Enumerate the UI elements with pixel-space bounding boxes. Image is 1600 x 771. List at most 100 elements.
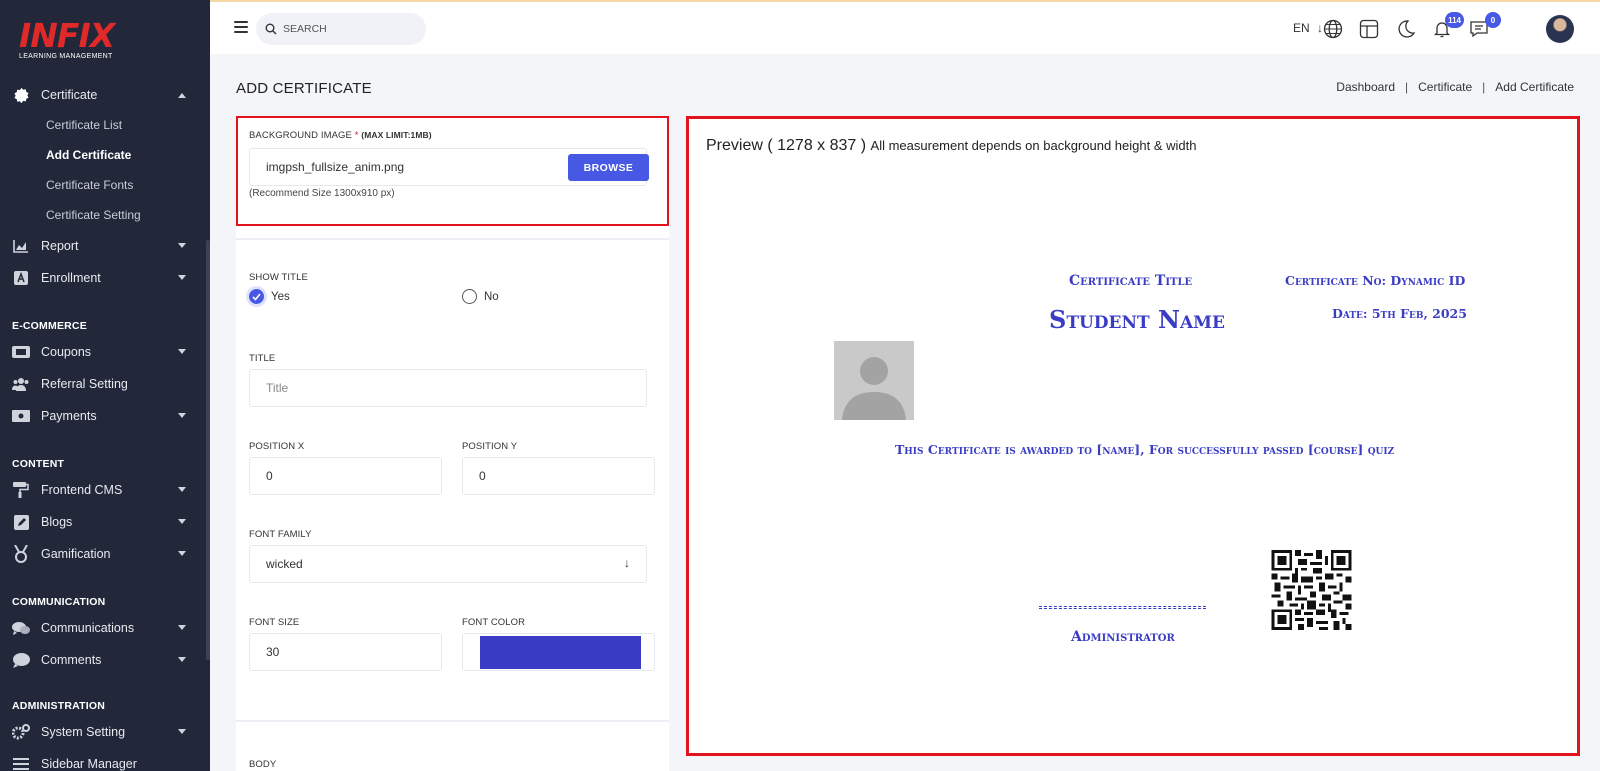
sidebar-item-label: Frontend CMS xyxy=(41,483,123,497)
body-label: BODY xyxy=(249,759,277,770)
font-color-swatch xyxy=(480,636,641,669)
sidebar-item-certificate[interactable]: Certificate xyxy=(0,80,206,110)
show-title-label: SHOW TITLE xyxy=(249,272,308,283)
messages-badge: 0 xyxy=(1485,12,1501,28)
check-icon xyxy=(249,289,264,304)
sidebar-item-label: Communications xyxy=(41,621,135,635)
sidebar-subitem-certificate-list[interactable]: Certificate List xyxy=(0,110,206,140)
chevron-down-icon xyxy=(178,487,186,492)
required-marker: * xyxy=(354,130,359,141)
chart-icon xyxy=(12,237,30,255)
language-selector[interactable]: EN ↓ xyxy=(1293,21,1323,35)
sidebar-item-label: Sidebar Manager xyxy=(41,757,137,771)
background-image-label: BACKGROUND IMAGE * (MAX LIMIT:1MB) xyxy=(249,130,432,141)
title-label: TITLE xyxy=(249,353,276,364)
paint-roller-icon xyxy=(12,481,30,499)
preview-heading: Preview ( 1278 x 837 ) All measurement d… xyxy=(706,137,1196,155)
title-placeholder: Title xyxy=(266,381,289,395)
notifications-badge: 114 xyxy=(1445,12,1464,28)
browse-button[interactable]: BROWSE xyxy=(568,154,649,181)
chevron-down-icon xyxy=(178,243,186,248)
breadcrumb-certificate[interactable]: Certificate xyxy=(1418,80,1472,94)
breadcrumb-add-certificate: Add Certificate xyxy=(1495,80,1574,94)
search-icon xyxy=(265,23,277,35)
signature-label[interactable]: Administrator xyxy=(1071,629,1175,645)
title-input[interactable]: Title xyxy=(249,369,647,407)
sidebar-item-coupons[interactable]: Coupons xyxy=(0,336,206,368)
menu-toggle-icon[interactable] xyxy=(234,21,248,36)
sidebar-subitem-add-certificate[interactable]: Add Certificate xyxy=(0,140,206,170)
section-administration: ADMINISTRATION xyxy=(12,700,106,712)
sidebar-item-gamification[interactable]: Gamification xyxy=(0,538,206,570)
sidebar-item-label: Comments xyxy=(41,653,102,667)
certificate-form: BACKGROUND IMAGE * (MAX LIMIT:1MB) imgps… xyxy=(236,116,669,771)
avatar[interactable] xyxy=(1546,15,1574,43)
sidebar-item-frontend-cms[interactable]: Frontend CMS xyxy=(0,474,206,506)
sidebar-item-report[interactable]: Report xyxy=(0,230,206,262)
list-icon xyxy=(12,755,30,771)
breadcrumb-separator: | xyxy=(1405,80,1409,94)
sidebar-item-system-setting[interactable]: System Setting xyxy=(0,716,206,748)
certificate-number[interactable]: Certificate No: Dynamic ID xyxy=(1285,273,1465,288)
student-photo[interactable] xyxy=(834,341,914,420)
messages-button[interactable]: 0 xyxy=(1469,12,1501,41)
preview-note: All measurement depends on background he… xyxy=(870,138,1197,153)
moon-icon[interactable] xyxy=(1396,19,1418,41)
logo[interactable]: INFIX LEARNING MANAGEMENT xyxy=(19,19,115,61)
money-icon xyxy=(12,407,30,425)
font-size-input[interactable]: 30 xyxy=(249,633,442,671)
font-family-select[interactable]: wicked ↓ xyxy=(249,545,647,583)
sidebar-item-comments[interactable]: Comments xyxy=(0,644,206,676)
recommend-size-hint: (Recommend Size 1300x910 px) xyxy=(249,188,395,199)
certificate-title[interactable]: Certificate Title xyxy=(1069,273,1192,289)
sidebar-scrollbar[interactable] xyxy=(206,240,210,660)
chevron-down-icon xyxy=(178,349,186,354)
chevron-down-icon xyxy=(178,625,186,630)
sidebar-item-enrollment[interactable]: Enrollment xyxy=(0,262,206,294)
users-icon xyxy=(12,375,30,393)
no-label: No xyxy=(484,290,499,303)
section-communication: COMMUNICATION xyxy=(12,596,106,608)
breadcrumb-dashboard[interactable]: Dashboard xyxy=(1336,80,1395,94)
section-content: CONTENT xyxy=(12,458,65,470)
background-image-label-text: BACKGROUND IMAGE xyxy=(249,130,352,141)
qr-code-icon xyxy=(1271,550,1352,630)
student-name[interactable]: Student Name xyxy=(1049,305,1225,334)
chevron-down-icon xyxy=(178,657,186,662)
sidebar-item-label: Certificate xyxy=(41,88,98,102)
search-input[interactable] xyxy=(283,23,403,35)
show-title-yes-radio[interactable]: Yes xyxy=(249,289,290,304)
search-box[interactable] xyxy=(256,13,426,45)
enrollment-icon xyxy=(12,269,30,287)
certificate-body-text[interactable]: This Certificate is awarded to [name], F… xyxy=(895,442,1394,457)
certificate-icon xyxy=(12,86,30,104)
chat-icon xyxy=(12,619,30,637)
logo-subtitle: LEARNING MANAGEMENT xyxy=(19,53,113,60)
position-y-input[interactable]: 0 xyxy=(462,457,655,495)
chevron-down-icon xyxy=(178,519,186,524)
radio-circle-icon xyxy=(462,289,477,304)
notifications-bell[interactable]: 114 xyxy=(1432,12,1464,41)
sidebar-item-label: Gamification xyxy=(41,547,111,561)
certificate-date[interactable]: Date: 5th Feb, 2025 xyxy=(1332,306,1467,321)
sidebar-item-blogs[interactable]: Blogs xyxy=(0,506,206,538)
sidebar-item-referral-setting[interactable]: Referral Setting xyxy=(0,368,206,400)
sidebar-item-communications[interactable]: Communications xyxy=(0,612,206,644)
position-x-input[interactable]: 0 xyxy=(249,457,442,495)
show-title-no-radio[interactable]: No xyxy=(462,289,499,304)
layout-icon[interactable] xyxy=(1359,19,1381,41)
medal-icon xyxy=(12,545,30,563)
sidebar-item-sidebar-manager[interactable]: Sidebar Manager xyxy=(0,748,206,771)
sidebar-item-label: System Setting xyxy=(41,725,126,739)
signature-line[interactable] xyxy=(1039,606,1206,609)
sidebar: INFIX LEARNING MANAGEMENT Certificate Ce… xyxy=(0,0,210,771)
sidebar-subitem-certificate-fonts[interactable]: Certificate Fonts xyxy=(0,170,206,200)
globe-icon[interactable] xyxy=(1323,19,1345,41)
language-label: EN xyxy=(1293,21,1310,35)
person-placeholder-icon xyxy=(842,357,906,420)
font-color-input[interactable] xyxy=(462,633,655,671)
qr-code[interactable] xyxy=(1271,550,1352,630)
position-x-label: POSITION X xyxy=(249,441,305,452)
sidebar-item-payments[interactable]: Payments xyxy=(0,400,206,432)
sidebar-subitem-certificate-setting[interactable]: Certificate Setting xyxy=(0,200,206,230)
